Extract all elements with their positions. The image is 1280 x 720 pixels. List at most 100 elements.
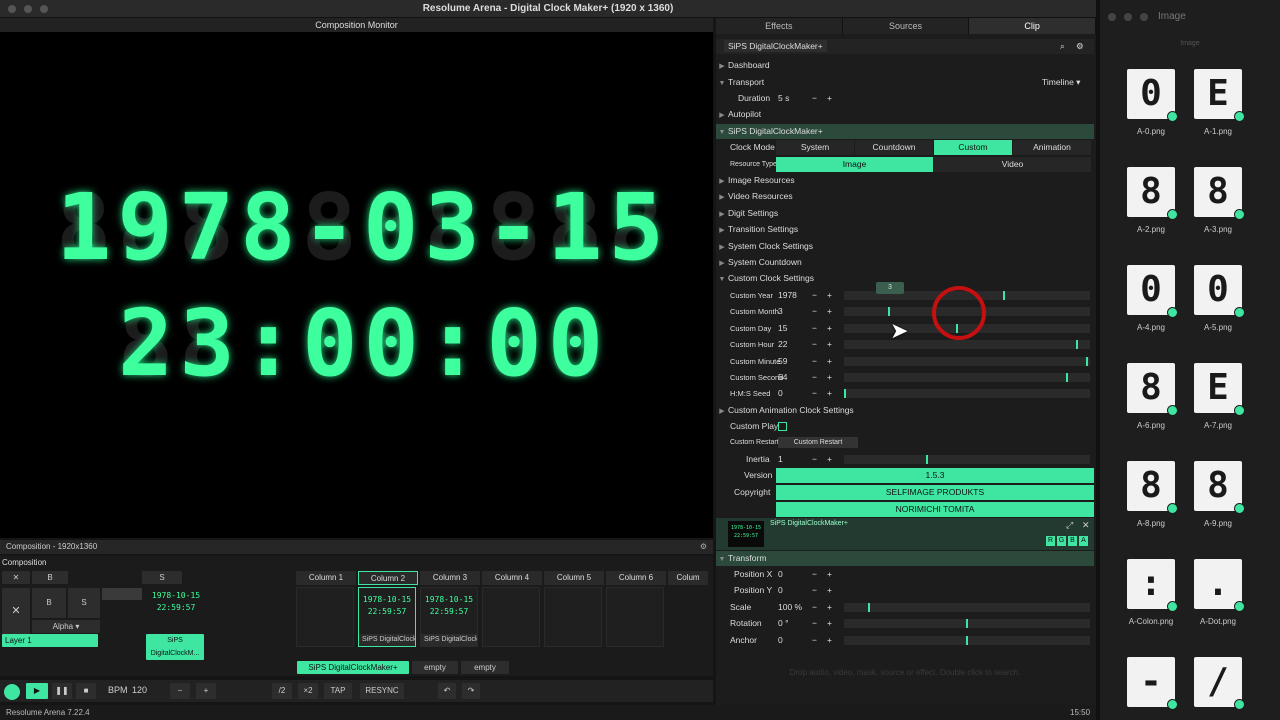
redo-icon[interactable]: ↷ bbox=[462, 683, 480, 699]
param-value[interactable]: 22 bbox=[778, 337, 787, 352]
clock-mode-countdown[interactable]: Countdown bbox=[855, 140, 933, 155]
param-plus-button[interactable]: + bbox=[827, 354, 832, 369]
param-plus-button[interactable]: + bbox=[827, 600, 832, 615]
image-thumbnail[interactable]: E bbox=[1194, 363, 1245, 416]
empty-clip-slot[interactable] bbox=[482, 587, 540, 647]
param-value[interactable]: 100 % bbox=[778, 600, 802, 615]
param-plus-button[interactable]: + bbox=[827, 386, 832, 401]
image-thumbnail[interactable]: E bbox=[1194, 69, 1245, 122]
image-thumbnail[interactable]: . bbox=[1194, 559, 1245, 612]
section-row[interactable]: ▶ System Clock Settings bbox=[716, 239, 1094, 254]
image-thumbnail[interactable]: 0 bbox=[1194, 265, 1245, 318]
tap-button[interactable]: TAP bbox=[324, 683, 352, 699]
channel-a-toggle[interactable]: A bbox=[1079, 536, 1088, 546]
clear-icon[interactable]: ✕ bbox=[2, 571, 30, 584]
layer-name[interactable]: Layer 1 bbox=[2, 634, 98, 647]
dashboard-row[interactable]: ▶ Dashboard bbox=[716, 58, 1094, 73]
close-window-button[interactable] bbox=[8, 5, 16, 13]
section-row[interactable]: ▶ Image Resources bbox=[716, 173, 1094, 188]
image-thumbnail[interactable]: - bbox=[1127, 657, 1178, 710]
tab-effects[interactable]: Effects bbox=[716, 18, 843, 34]
channel-b-toggle[interactable]: B bbox=[1068, 536, 1077, 546]
param-minus-button[interactable]: − bbox=[812, 337, 817, 352]
image-thumbnail[interactable]: 8 bbox=[1127, 363, 1178, 416]
inertia-slider-knob[interactable] bbox=[926, 455, 928, 464]
empty-clip-slot[interactable] bbox=[544, 587, 602, 647]
layer-bypass-button[interactable]: B bbox=[32, 588, 66, 618]
clock-mode-animation[interactable]: Animation bbox=[1013, 140, 1091, 155]
param-slider[interactable] bbox=[844, 356, 1090, 366]
image-thumbnail[interactable]: 8 bbox=[1194, 167, 1245, 220]
param-slider-knob[interactable] bbox=[888, 307, 890, 317]
plugin-header-row[interactable]: ▼ SiPS DigitalClockMaker+ bbox=[716, 124, 1094, 139]
bpm-half-button[interactable]: /2 bbox=[272, 683, 292, 699]
resource-type-video[interactable]: Video bbox=[934, 157, 1091, 172]
clip-title[interactable]: SiPS DigitalClockMaker+ bbox=[724, 40, 827, 52]
inertia-slider[interactable] bbox=[844, 455, 1090, 464]
composition-monitor[interactable]: 8888888888 1978-03-15 88:88:88 23:00:00 bbox=[0, 32, 713, 538]
param-value[interactable]: 3 bbox=[778, 304, 783, 319]
clock-mode-system[interactable]: System bbox=[776, 140, 854, 155]
column-4-header[interactable]: Column 4 bbox=[482, 571, 542, 585]
param-minus-button[interactable]: − bbox=[812, 616, 817, 631]
image-thumbnail[interactable]: 8 bbox=[1127, 167, 1178, 220]
param-slider-knob[interactable] bbox=[1066, 373, 1068, 382]
param-slider[interactable] bbox=[844, 619, 1090, 629]
inertia-plus-button[interactable]: + bbox=[827, 452, 832, 467]
empty-clip-slot[interactable] bbox=[606, 587, 664, 647]
section-row[interactable]: ▶ Digit Settings bbox=[716, 206, 1094, 221]
param-plus-button[interactable]: + bbox=[827, 567, 832, 582]
param-value[interactable]: 15 bbox=[778, 321, 787, 336]
undo-icon[interactable]: ↶ bbox=[438, 683, 456, 699]
resync-button[interactable]: RESYNC bbox=[360, 683, 404, 699]
custom-play-checkbox[interactable] bbox=[778, 422, 787, 431]
param-value[interactable]: 0 bbox=[778, 633, 783, 648]
param-slider-knob[interactable] bbox=[1086, 356, 1088, 366]
section-row[interactable]: ▶ System Countdown bbox=[716, 255, 1094, 270]
duration-value[interactable]: 5 s bbox=[778, 91, 789, 106]
param-minus-button[interactable]: − bbox=[812, 370, 817, 385]
param-plus-button[interactable]: + bbox=[827, 321, 832, 336]
param-value[interactable]: 0 bbox=[778, 386, 783, 401]
close-icon[interactable]: ✕ bbox=[1082, 520, 1090, 531]
param-minus-button[interactable]: − bbox=[812, 567, 817, 582]
param-value[interactable]: 0 ° bbox=[778, 616, 789, 631]
zoom-window-button[interactable] bbox=[40, 5, 48, 13]
param-plus-button[interactable]: + bbox=[827, 337, 832, 352]
clock-mode-custom[interactable]: Custom bbox=[934, 140, 1012, 155]
param-value[interactable]: 59 bbox=[778, 354, 787, 369]
param-slider[interactable] bbox=[844, 373, 1090, 382]
section-row[interactable]: ▶ Video Resources bbox=[716, 189, 1094, 204]
clip-slot[interactable]: 1978-10-15 22:59:57 SiPS DigitalClock... bbox=[358, 587, 416, 647]
solo-button[interactable]: S bbox=[142, 571, 182, 584]
param-plus-button[interactable]: + bbox=[827, 616, 832, 631]
inertia-minus-button[interactable]: − bbox=[812, 452, 817, 467]
param-plus-button[interactable]: + bbox=[827, 288, 832, 303]
param-slider-knob[interactable] bbox=[1076, 340, 1078, 350]
param-minus-button[interactable]: − bbox=[812, 354, 817, 369]
deck-tab[interactable]: empty bbox=[412, 661, 458, 674]
param-plus-button[interactable]: + bbox=[827, 583, 832, 598]
layer-clip-name[interactable]: SiPS DigitalClockM... bbox=[146, 634, 204, 660]
deck-tab-active[interactable]: SiPS DigitalClockMaker+ bbox=[297, 661, 409, 674]
play-icon[interactable]: ▶ bbox=[26, 683, 48, 699]
param-minus-button[interactable]: − bbox=[812, 600, 817, 615]
bypass-button[interactable]: B bbox=[32, 571, 68, 584]
deck-tab[interactable]: empty bbox=[461, 661, 509, 674]
image-thumbnail[interactable]: 0 bbox=[1127, 69, 1178, 122]
param-slider-knob[interactable] bbox=[966, 635, 968, 645]
param-value[interactable]: 0 bbox=[778, 567, 783, 582]
resource-type-image[interactable]: Image bbox=[776, 157, 933, 172]
custom-restart-button[interactable]: Custom Restart bbox=[778, 437, 858, 448]
column-1-header[interactable]: Column 1 bbox=[296, 571, 356, 585]
section-row[interactable]: ▼ Custom Clock Settings bbox=[716, 271, 1094, 286]
param-value[interactable]: 0 bbox=[778, 583, 783, 598]
column-3-header[interactable]: Column 3 bbox=[420, 571, 480, 585]
pause-icon[interactable]: ❚❚ bbox=[52, 683, 72, 699]
layer-solo-button[interactable]: S bbox=[68, 588, 100, 618]
param-plus-button[interactable]: + bbox=[827, 304, 832, 319]
empty-clip-slot[interactable] bbox=[296, 587, 354, 647]
param-minus-button[interactable]: − bbox=[812, 583, 817, 598]
blend-mode-select[interactable]: Alpha ▾ bbox=[32, 620, 100, 633]
image-thumbnail[interactable]: 0 bbox=[1127, 265, 1178, 318]
